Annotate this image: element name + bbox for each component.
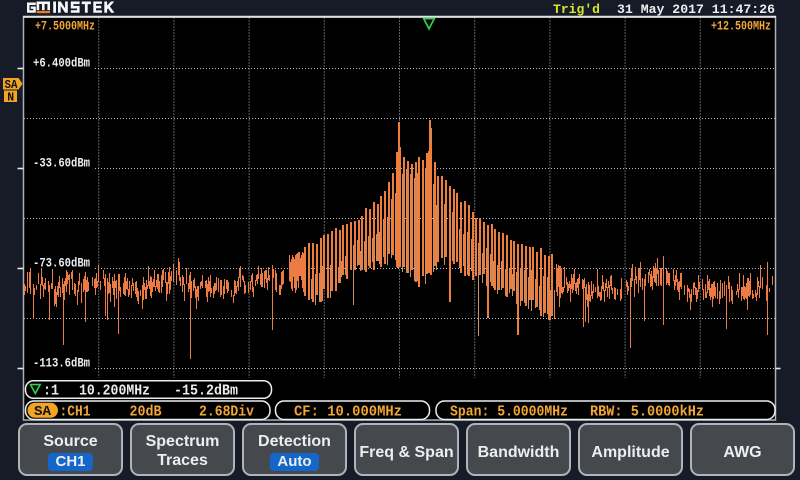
svg-text:10.200MHz: 10.200MHz <box>79 383 150 400</box>
svg-text:+6.400dBm: +6.400dBm <box>33 57 90 71</box>
svg-text:SA: SA <box>5 79 18 92</box>
svg-text:-73.60dBm: -73.60dBm <box>33 257 90 271</box>
svg-text:CF: 10.000MHz: CF: 10.000MHz <box>294 403 402 420</box>
svg-text:-15.2dBm: -15.2dBm <box>174 383 238 400</box>
svg-text:RBW: 5.0000kHz: RBW: 5.0000kHz <box>590 403 704 420</box>
svg-text:2.68Div: 2.68Div <box>199 403 254 420</box>
svg-text:31 May 2017 11:47:26: 31 May 2017 11:47:26 <box>617 2 775 17</box>
svg-text:Span: 5.0000MHz: Span: 5.0000MHz <box>450 403 568 420</box>
svg-text:+12.500MHz: +12.500MHz <box>711 20 771 34</box>
svg-text:-113.6dBm: -113.6dBm <box>33 357 90 371</box>
svg-text:Trig'd: Trig'd <box>553 2 600 17</box>
svg-text::CH1: :CH1 <box>60 403 91 420</box>
svg-text:20dB: 20dB <box>130 403 162 420</box>
svg-text:-33.60dBm: -33.60dBm <box>33 157 90 171</box>
svg-text::1: :1 <box>43 383 59 400</box>
svg-text:SA: SA <box>34 404 52 420</box>
svg-text:+7.5000MHz: +7.5000MHz <box>35 20 95 34</box>
svg-text:N: N <box>7 91 14 104</box>
